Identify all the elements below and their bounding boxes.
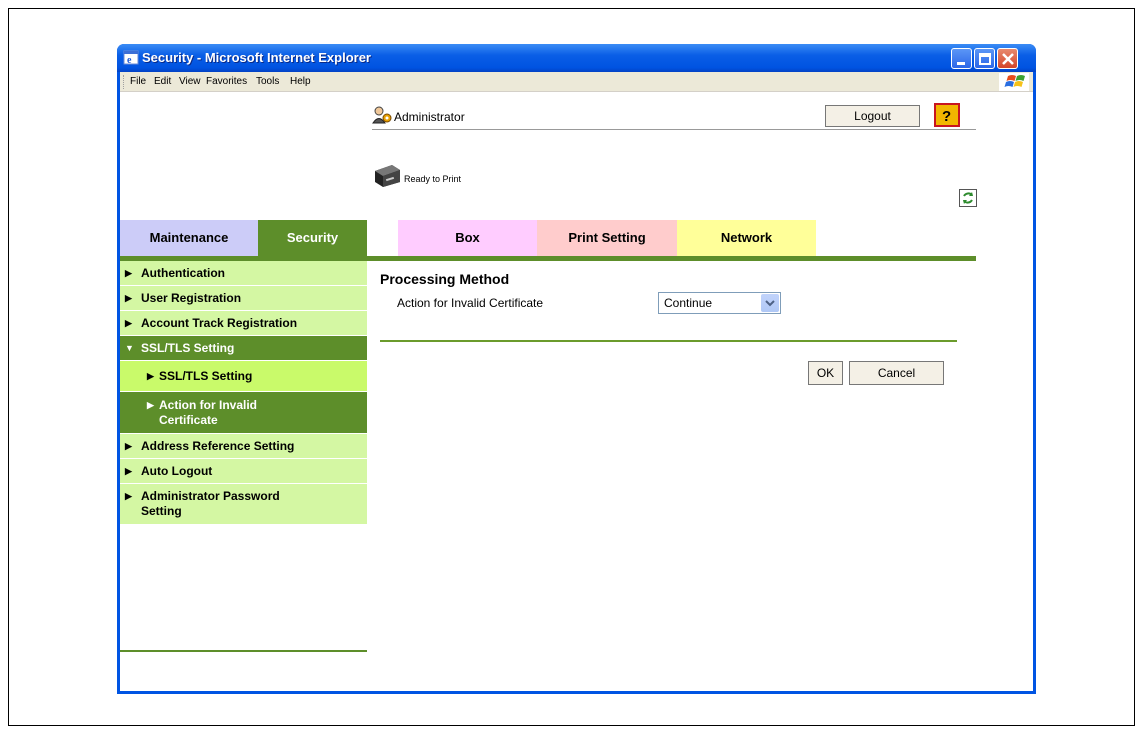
tab-box[interactable]: Box bbox=[398, 220, 537, 256]
select-value: Continue bbox=[664, 296, 713, 310]
sidebar-item-address-reference-setting[interactable]: ▶ Address Reference Setting bbox=[120, 434, 367, 459]
sidebar-item-account-track-registration[interactable]: ▶ Account Track Registration bbox=[120, 311, 367, 336]
dropdown-button[interactable] bbox=[761, 294, 779, 312]
invalid-certificate-action-select[interactable]: Continue bbox=[658, 292, 781, 314]
close-icon bbox=[1002, 53, 1014, 65]
arrow-right-icon: ▶ bbox=[125, 491, 132, 501]
arrow-right-icon: ▶ bbox=[125, 441, 132, 451]
sidebar-item-label: Administrator Password Setting bbox=[141, 489, 280, 518]
arrow-right-icon: ▶ bbox=[147, 400, 154, 410]
tab-network[interactable]: Network bbox=[677, 220, 816, 256]
sidebar-item-label: Action for Invalid Certificate bbox=[159, 398, 258, 427]
ok-button[interactable]: OK bbox=[808, 361, 843, 385]
arrow-right-icon: ▶ bbox=[125, 318, 132, 328]
menu-grip bbox=[123, 75, 125, 89]
arrow-right-icon: ▶ bbox=[125, 466, 132, 476]
sidebar-subitem-ssl-tls-setting[interactable]: ▶ SSL/TLS Setting bbox=[120, 361, 367, 392]
sidebar-item-label: Account Track Registration bbox=[141, 316, 298, 330]
sidebar-item-label: Address Reference Setting bbox=[141, 439, 295, 453]
cancel-button[interactable]: Cancel bbox=[849, 361, 944, 385]
menu-view[interactable]: View bbox=[179, 76, 201, 87]
printer-icon bbox=[375, 165, 400, 187]
help-glyph: ? bbox=[942, 108, 951, 125]
maximize-icon bbox=[979, 53, 991, 65]
field-label: Action for Invalid Certificate bbox=[397, 296, 544, 310]
ie-icon: e bbox=[123, 50, 139, 66]
logout-button[interactable]: Logout bbox=[825, 105, 920, 127]
user-label: Administrator bbox=[394, 110, 465, 124]
help-icon: ? bbox=[942, 108, 951, 125]
maximize-button[interactable] bbox=[974, 48, 995, 69]
form-divider bbox=[380, 340, 957, 342]
close-button[interactable] bbox=[997, 48, 1018, 69]
section-title: Processing Method bbox=[380, 271, 510, 287]
refresh-icon bbox=[963, 192, 973, 204]
tab-maintenance[interactable]: Maintenance bbox=[120, 220, 258, 256]
menu-tools[interactable]: Tools bbox=[256, 76, 279, 87]
arrow-down-icon: ▼ bbox=[125, 343, 134, 353]
sidebar-item-ssl-tls-setting[interactable]: ▼ SSL/TLS Setting bbox=[120, 336, 367, 361]
sidebar-item-label: SSL/TLS Setting bbox=[141, 341, 235, 355]
sidebar-item-auto-logout[interactable]: ▶ Auto Logout bbox=[120, 459, 367, 484]
header-divider bbox=[372, 129, 976, 130]
page-content: Administrator Logout ? Ready to Print Ma… bbox=[120, 92, 1033, 691]
arrow-right-icon: ▶ bbox=[125, 293, 132, 303]
sidebar-item-label: Auto Logout bbox=[141, 464, 213, 478]
sidebar-bottom-divider bbox=[120, 650, 367, 652]
browser-window: e Security - Microsoft Internet Explorer… bbox=[117, 44, 1036, 694]
menu-file[interactable]: File bbox=[130, 76, 146, 87]
svg-text:e: e bbox=[127, 55, 132, 66]
arrow-right-icon: ▶ bbox=[147, 371, 154, 381]
menu-favorites[interactable]: Favorites bbox=[206, 76, 247, 87]
minimize-icon bbox=[957, 62, 965, 65]
sidebar-item-label: Authentication bbox=[141, 266, 225, 280]
tab-print-setting[interactable]: Print Setting bbox=[537, 220, 677, 256]
sidebar-item-label: User Registration bbox=[141, 291, 242, 305]
tab-security[interactable]: Security bbox=[258, 220, 367, 256]
sidebar-item-authentication[interactable]: ▶ Authentication bbox=[120, 261, 367, 286]
chevron-down-icon bbox=[765, 300, 775, 307]
sidebar-item-administrator-password-setting[interactable]: ▶ Administrator Password Setting bbox=[120, 484, 367, 525]
windows-logo-icon bbox=[999, 73, 1029, 91]
arrow-right-icon: ▶ bbox=[125, 268, 132, 278]
menu-edit[interactable]: Edit bbox=[154, 76, 171, 87]
minimize-button[interactable] bbox=[951, 48, 972, 69]
sidebar-item-label: SSL/TLS Setting bbox=[159, 369, 253, 383]
administrator-icon bbox=[372, 106, 392, 124]
menu-bar: File Edit View Favorites Tools Help bbox=[120, 72, 1033, 92]
sidebar-subitem-action-for-invalid-certificate[interactable]: ▶ Action for Invalid Certificate bbox=[120, 392, 367, 434]
sidebar: ▶ Authentication ▶ User Registration ▶ A… bbox=[120, 261, 367, 525]
sidebar-item-user-registration[interactable]: ▶ User Registration bbox=[120, 286, 367, 311]
menu-help[interactable]: Help bbox=[290, 76, 311, 87]
printer-status: Ready to Print bbox=[404, 174, 462, 184]
title-bar[interactable]: e Security - Microsoft Internet Explorer bbox=[117, 44, 1036, 72]
help-button[interactable]: ? bbox=[934, 103, 960, 127]
refresh-button[interactable] bbox=[959, 189, 977, 207]
window-title: Security - Microsoft Internet Explorer bbox=[142, 50, 371, 65]
